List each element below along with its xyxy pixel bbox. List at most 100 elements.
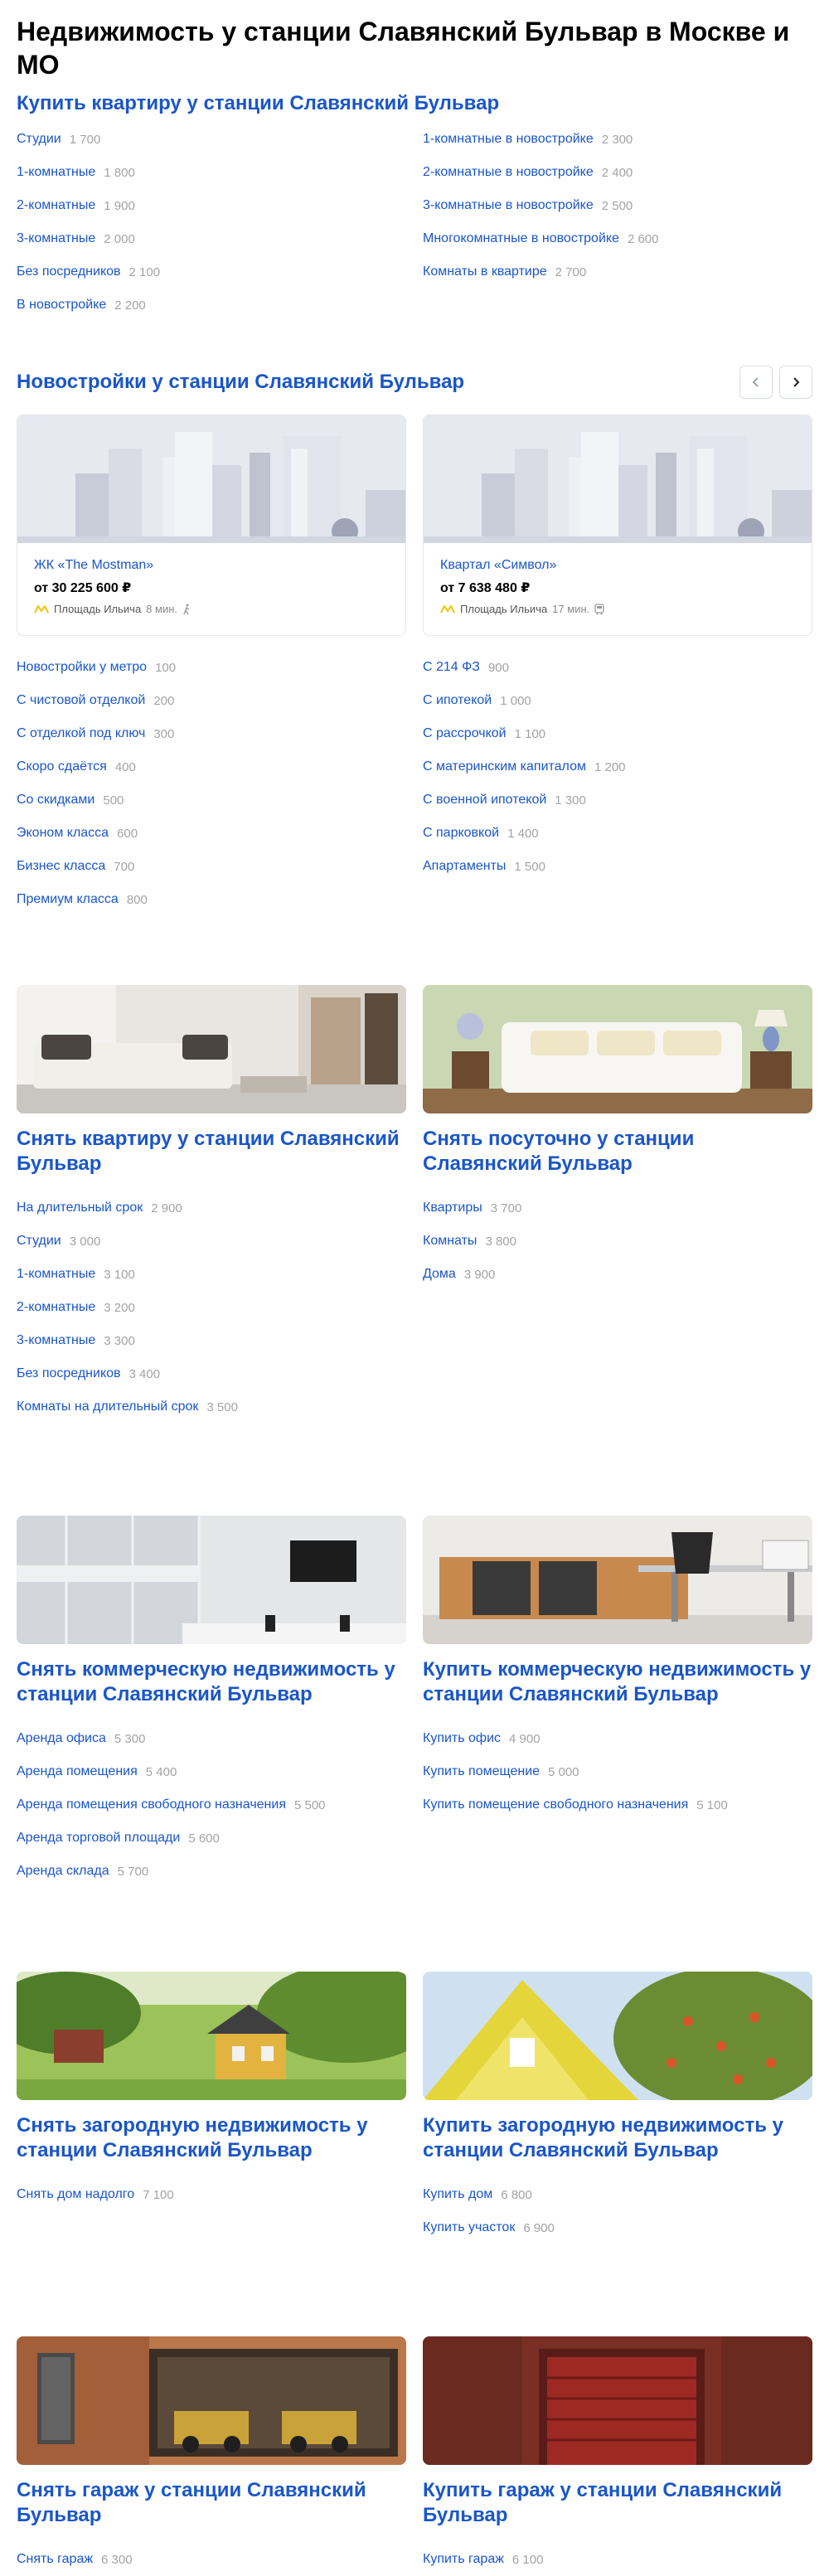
list-item[interactable]: 2-комнатные 1 900 [17,189,406,222]
list-item[interactable]: 2-комнатные 3 200 [17,1291,406,1324]
list-item[interactable]: С военной ипотекой 1 300 [423,783,812,817]
yellow-house-photo[interactable] [423,1972,812,2100]
newbuild-heading[interactable]: Новостройки у станции Славянский Бульвар [17,370,464,395]
list-item[interactable]: С отделкой под ключ 300 [17,717,406,750]
list-item-link[interactable]: С отделкой под ключ [17,726,145,741]
list-item[interactable]: 1-комнатные 3 100 [17,1258,406,1291]
list-item-link[interactable]: С ипотекой [423,693,492,708]
list-item-link[interactable]: Комнаты в квартире [423,264,547,279]
living-room-photo[interactable] [17,985,406,1113]
list-item-link[interactable]: С военной ипотекой [423,793,546,808]
garage-door-photo[interactable] [423,2336,812,2465]
list-item[interactable]: Комнаты в квартире 2 700 [423,255,812,289]
list-item[interactable]: Без посредников 2 100 [17,255,406,289]
list-item-link[interactable]: Бизнес класса [17,859,105,874]
office-desk-photo[interactable] [423,1516,812,1644]
list-item[interactable]: С чистовой отделкой 200 [17,684,406,717]
list-item-link[interactable]: Студии [17,1234,61,1249]
list-item[interactable]: На длительный срок 2 900 [17,1191,406,1225]
buy-country-heading[interactable]: Купить загородную недвижимость у станции… [423,2113,812,2171]
list-item[interactable]: С парковкой 1 400 [423,817,812,850]
list-item[interactable]: 3-комнатные 2 000 [17,222,406,255]
newbuild-name[interactable]: Квартал «Символ» [440,556,795,575]
list-item[interactable]: Апартаменты 1 500 [423,850,812,883]
garage-interior-photo[interactable] [17,2336,406,2465]
list-item-link[interactable]: Без посредников [17,1366,121,1381]
list-item[interactable]: 3-комнатные в новостройке 2 500 [423,189,812,222]
buy-apartment-heading[interactable]: Купить квартиру у станции Славянский Бул… [17,91,812,116]
list-item-link[interactable]: Апартаменты [423,859,506,874]
list-item[interactable]: Комнаты 3 800 [423,1225,812,1258]
list-item-link[interactable]: С материнским капиталом [423,759,586,774]
list-item[interactable]: 3-комнатные 3 300 [17,1324,406,1357]
list-item[interactable]: Снять гараж 6 300 [17,2543,406,2576]
list-item[interactable]: Купить помещение свободного назначения 5 … [423,1788,812,1822]
list-item-link[interactable]: Комнаты [423,1234,477,1249]
list-item-link[interactable]: С рассрочкой [423,726,507,741]
list-item-link[interactable]: Квартиры [423,1201,482,1215]
list-item-link[interactable]: В новостройке [17,298,106,313]
list-item[interactable]: Аренда торговой площади 5 600 [17,1822,406,1855]
list-item-link[interactable]: На длительный срок [17,1201,143,1215]
carousel-next-button[interactable] [779,366,812,399]
list-item[interactable]: Купить гараж 6 100 [423,2543,812,2576]
list-item-link[interactable]: Эконом класса [17,826,109,841]
list-item-link[interactable]: Купить гараж [423,2552,504,2567]
list-item-link[interactable]: Купить участок [423,2220,515,2235]
list-item-link[interactable]: Купить помещение [423,1764,540,1779]
list-item[interactable]: Аренда склада 5 700 [17,1855,406,1888]
list-item-link[interactable]: С 214 ФЗ [423,660,480,675]
newbuild-card[interactable]: Квартал «Символ» от 7 638 480 ₽ Площадь … [423,415,812,636]
list-item[interactable]: Купить участок 6 900 [423,2211,812,2244]
rent-garage-heading[interactable]: Снять гараж у станции Славянский Бульвар [17,2478,406,2536]
list-item-link[interactable]: 2-комнатные [17,1300,95,1315]
buy-commercial-heading[interactable]: Купить коммерческую недвижимость у станц… [423,1657,812,1715]
list-item-link[interactable]: Комнаты на длительный срок [17,1400,198,1414]
list-item-link[interactable]: Со скидками [17,793,95,808]
list-item[interactable]: Новостройки у метро 100 [17,651,406,684]
list-item[interactable]: Купить офис 4 900 [423,1722,812,1755]
list-item-link[interactable]: 3-комнатные [17,231,95,246]
list-item[interactable]: С 214 ФЗ 900 [423,651,812,684]
list-item[interactable]: Без посредников 3 400 [17,1357,406,1390]
list-item[interactable]: 1-комнатные в новостройке 2 300 [423,123,812,156]
list-item-link[interactable]: Снять гараж [17,2552,93,2567]
list-item-link[interactable]: С чистовой отделкой [17,693,145,708]
list-item[interactable]: Многокомнатные в новостройке 2 600 [423,222,812,255]
list-item[interactable]: Квартиры 3 700 [423,1191,812,1225]
list-item-link[interactable]: Премиум класса [17,892,119,907]
office-room-photo[interactable] [17,1516,406,1644]
list-item-link[interactable]: 3-комнатные в новостройке [423,198,594,213]
list-item-link[interactable]: Аренда торговой площади [17,1831,180,1846]
buy-garage-heading[interactable]: Купить гараж у станции Славянский Бульва… [423,2478,812,2536]
list-item[interactable]: 2-комнатные в новостройке 2 400 [423,156,812,189]
sofa-room-photo[interactable] [423,985,812,1113]
rent-apartment-heading[interactable]: Снять квартиру у станции Славянский Буль… [17,1127,406,1185]
list-item-link[interactable]: Без посредников [17,264,121,279]
list-item[interactable]: Снять дом надолго 7 100 [17,2178,406,2211]
list-item[interactable]: С ипотекой 1 000 [423,684,812,717]
list-item[interactable]: Бизнес класса 700 [17,850,406,883]
list-item[interactable]: В новостройке 2 200 [17,289,406,322]
carousel-prev-button[interactable] [739,366,773,399]
list-item-link[interactable]: Новостройки у метро [17,660,147,675]
list-item[interactable]: 1-комнатные 1 800 [17,156,406,189]
newbuild-name[interactable]: ЖК «The Mostman» [34,556,389,575]
list-item-link[interactable]: Купить дом [423,2187,492,2202]
list-item[interactable]: Дома 3 900 [423,1258,812,1291]
newbuild-card[interactable]: ЖК «The Mostman» от 30 225 600 ₽ Площадь… [17,415,406,636]
list-item[interactable]: Купить помещение 5 000 [423,1755,812,1788]
list-item-link[interactable]: 3-комнатные [17,1333,95,1348]
rent-country-heading[interactable]: Снять загородную недвижимость у станции … [17,2113,406,2171]
list-item-link[interactable]: Аренда помещения свободного назначения [17,1797,286,1812]
list-item[interactable]: Комнаты на длительный срок 3 500 [17,1390,406,1424]
list-item[interactable]: Студии 1 700 [17,123,406,156]
list-item-link[interactable]: 2-комнатные в новостройке [423,165,594,180]
list-item-link[interactable]: Студии [17,132,61,147]
country-house-photo[interactable] [17,1972,406,2100]
list-item[interactable]: С материнским капиталом 1 200 [423,750,812,783]
rent-daily-heading[interactable]: Снять посуточно у станции Славянский Бул… [423,1127,812,1185]
list-item[interactable]: С рассрочкой 1 100 [423,717,812,750]
list-item-link[interactable]: Аренда помещения [17,1764,138,1779]
list-item[interactable]: Премиум класса 800 [17,883,406,916]
